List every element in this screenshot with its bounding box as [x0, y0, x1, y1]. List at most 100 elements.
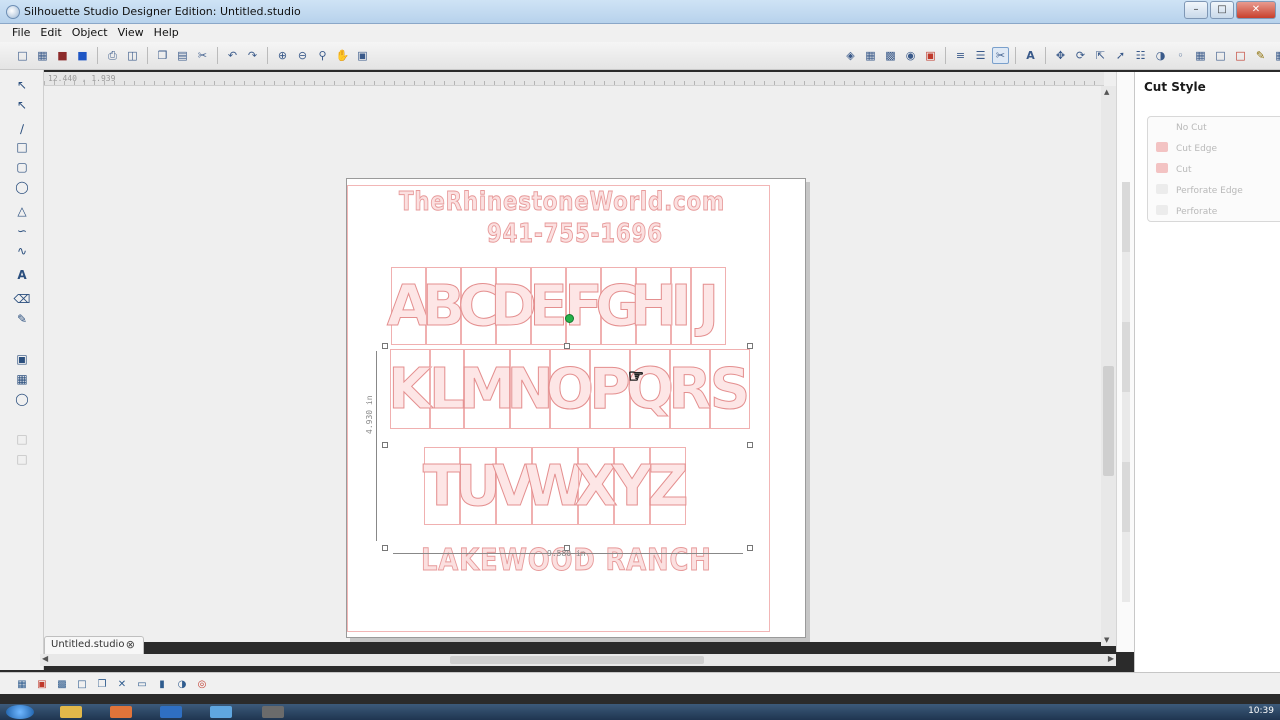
fit-page-icon[interactable]: ▣ — [354, 47, 371, 64]
save-as-icon[interactable]: ■ — [74, 47, 91, 64]
ie-icon[interactable] — [210, 706, 232, 718]
horizontal-scrollbar[interactable]: ◀ ▶ — [40, 654, 1116, 666]
new-file-icon[interactable]: □ — [14, 47, 31, 64]
cut-option-cut-edge[interactable]: Cut Edge — [1176, 144, 1217, 154]
polygon-tool-icon[interactable]: △ — [13, 202, 31, 220]
design-page[interactable]: TheRhinestoneWorld.com 941-755-1696 A B … — [346, 178, 806, 638]
menu-file[interactable]: File — [8, 24, 36, 42]
line-tool-icon[interactable]: ∕ — [13, 120, 31, 138]
scale-icon[interactable]: ⇱ — [1092, 47, 1109, 64]
website-text[interactable]: TheRhinestoneWorld.com — [399, 187, 725, 218]
duplicate-icon[interactable]: ❐ — [94, 676, 110, 692]
selection-handle[interactable] — [747, 442, 753, 448]
line-weight-icon[interactable]: ☰ — [972, 47, 989, 64]
registration-icon[interactable]: □ — [1212, 47, 1229, 64]
redo-icon[interactable]: ↷ — [244, 47, 261, 64]
modify-icon[interactable]: ◑ — [1152, 47, 1169, 64]
edit-points-icon[interactable]: ↖ — [13, 96, 31, 114]
store-view-icon[interactable]: ◯ — [13, 390, 31, 408]
print-icon[interactable]: ⎙ — [104, 47, 121, 64]
pattern-icon[interactable]: ▩ — [882, 47, 899, 64]
make-compound-icon[interactable]: ▭ — [134, 676, 150, 692]
cut-option-no-cut[interactable]: No Cut — [1176, 123, 1207, 133]
save-icon[interactable]: ■ — [54, 47, 71, 64]
camera-icon[interactable]: ◉ — [902, 47, 919, 64]
weld-icon[interactable]: ◑ — [174, 676, 190, 692]
rounded-rect-tool-icon[interactable]: ▢ — [13, 158, 31, 176]
zoom-in-icon[interactable]: ⊕ — [274, 47, 291, 64]
library-view-icon[interactable]: ▦ — [13, 370, 31, 388]
scroll-up-icon[interactable]: ▲ — [1104, 88, 1109, 96]
pencil-icon[interactable]: ✎ — [1252, 47, 1269, 64]
page-view-icon[interactable]: ▣ — [13, 350, 31, 368]
scissors-icon[interactable]: ✂ — [194, 47, 211, 64]
copy-icon[interactable]: ❐ — [154, 47, 171, 64]
scroll-left-icon[interactable]: ◀ — [42, 654, 48, 663]
letter-row-1[interactable]: A B C D E F G H I J — [386, 267, 726, 345]
cut-option-cut[interactable]: Cut — [1176, 165, 1192, 175]
selection-handle[interactable] — [564, 343, 570, 349]
rotation-handle[interactable] — [565, 314, 574, 323]
explorer-icon[interactable] — [60, 706, 82, 718]
cut-style-icon[interactable]: ✂ — [992, 47, 1009, 64]
gradient-icon[interactable]: ▦ — [862, 47, 879, 64]
vertical-scrollbar[interactable]: ▲ ▼ — [1101, 86, 1116, 646]
start-button-icon[interactable] — [6, 705, 34, 719]
rectangle-tool-icon[interactable]: □ — [13, 138, 31, 156]
scroll-down-icon[interactable]: ▼ — [1104, 636, 1109, 644]
phone-text[interactable]: 941-755-1696 — [487, 219, 663, 250]
app-taskbar-icon[interactable] — [160, 706, 182, 718]
open-folder-icon[interactable]: ▦ — [34, 47, 51, 64]
move-icon[interactable]: ➚ — [1112, 47, 1129, 64]
menu-help[interactable]: Help — [150, 24, 185, 42]
rotate-icon[interactable]: ⟳ — [1072, 47, 1089, 64]
knife-icon[interactable]: ✎ — [13, 310, 31, 328]
eraser-icon[interactable]: ⌫ — [13, 290, 31, 308]
design-page-icon[interactable]: □ — [1232, 47, 1249, 64]
curve-tool-icon[interactable]: ∽ — [13, 222, 31, 240]
library-icon[interactable]: ▦ — [1272, 47, 1280, 64]
select-arrow-icon[interactable]: ↖ — [13, 76, 31, 94]
selection-handle[interactable] — [747, 545, 753, 551]
ungroup-icon[interactable]: □ — [74, 676, 90, 692]
selection-handle[interactable] — [382, 442, 388, 448]
scroll-right-icon[interactable]: ▶ — [1108, 654, 1114, 663]
replicate-icon[interactable]: ☷ — [1132, 47, 1149, 64]
silhouette-taskbar-icon[interactable] — [262, 706, 284, 718]
panel-splitter[interactable] — [1116, 72, 1134, 652]
menu-view[interactable]: View — [114, 24, 150, 42]
align-icon[interactable]: ✥ — [1052, 47, 1069, 64]
document-tab[interactable]: Untitled.studio ⊗ — [44, 636, 144, 654]
zoom-select-icon[interactable]: ⚲ — [314, 47, 331, 64]
text-tool-icon[interactable]: A — [13, 266, 31, 284]
line-color-icon[interactable]: ▣ — [922, 47, 939, 64]
panel-toggle-icon[interactable]: □ — [13, 430, 31, 448]
trace-icon[interactable]: ▦ — [1192, 47, 1209, 64]
scroll-thumb[interactable] — [450, 656, 704, 664]
menu-object[interactable]: Object — [68, 24, 114, 42]
letter-row-2[interactable]: K L M N O P Q R S — [388, 349, 751, 429]
paste-icon[interactable]: ▤ — [174, 47, 191, 64]
ellipse-tool-icon[interactable]: ◯ — [13, 178, 31, 196]
cut-option-perforate-edge[interactable]: Perforate Edge — [1176, 186, 1243, 196]
close-icon[interactable]: ✕ — [1236, 1, 1276, 19]
undo-icon[interactable]: ↶ — [224, 47, 241, 64]
selection-handle[interactable] — [747, 343, 753, 349]
letter-row-3[interactable]: T U V W X Y Z — [422, 447, 689, 525]
panel-toggle-icon[interactable]: □ — [13, 450, 31, 468]
firefox-icon[interactable] — [110, 706, 132, 718]
rhinestone-icon[interactable]: ◎ — [194, 676, 210, 692]
group-icon[interactable]: ▩ — [54, 676, 70, 692]
select-all-icon[interactable]: ▦ — [14, 676, 30, 692]
scroll-thumb[interactable] — [1103, 366, 1114, 476]
maximize-icon[interactable]: □ — [1210, 1, 1234, 19]
release-compound-icon[interactable]: ▮ — [154, 676, 170, 692]
cut-option-perforate[interactable]: Perforate — [1176, 207, 1217, 217]
selection-handle[interactable] — [382, 545, 388, 551]
line-style-icon[interactable]: ≡ — [952, 47, 969, 64]
offset-icon[interactable]: ◦ — [1172, 47, 1189, 64]
selection-handle[interactable] — [382, 343, 388, 349]
text-style-icon[interactable]: A — [1022, 47, 1039, 64]
pan-hand-icon[interactable]: ✋ — [334, 47, 351, 64]
deselect-icon[interactable]: ▣ — [34, 676, 50, 692]
